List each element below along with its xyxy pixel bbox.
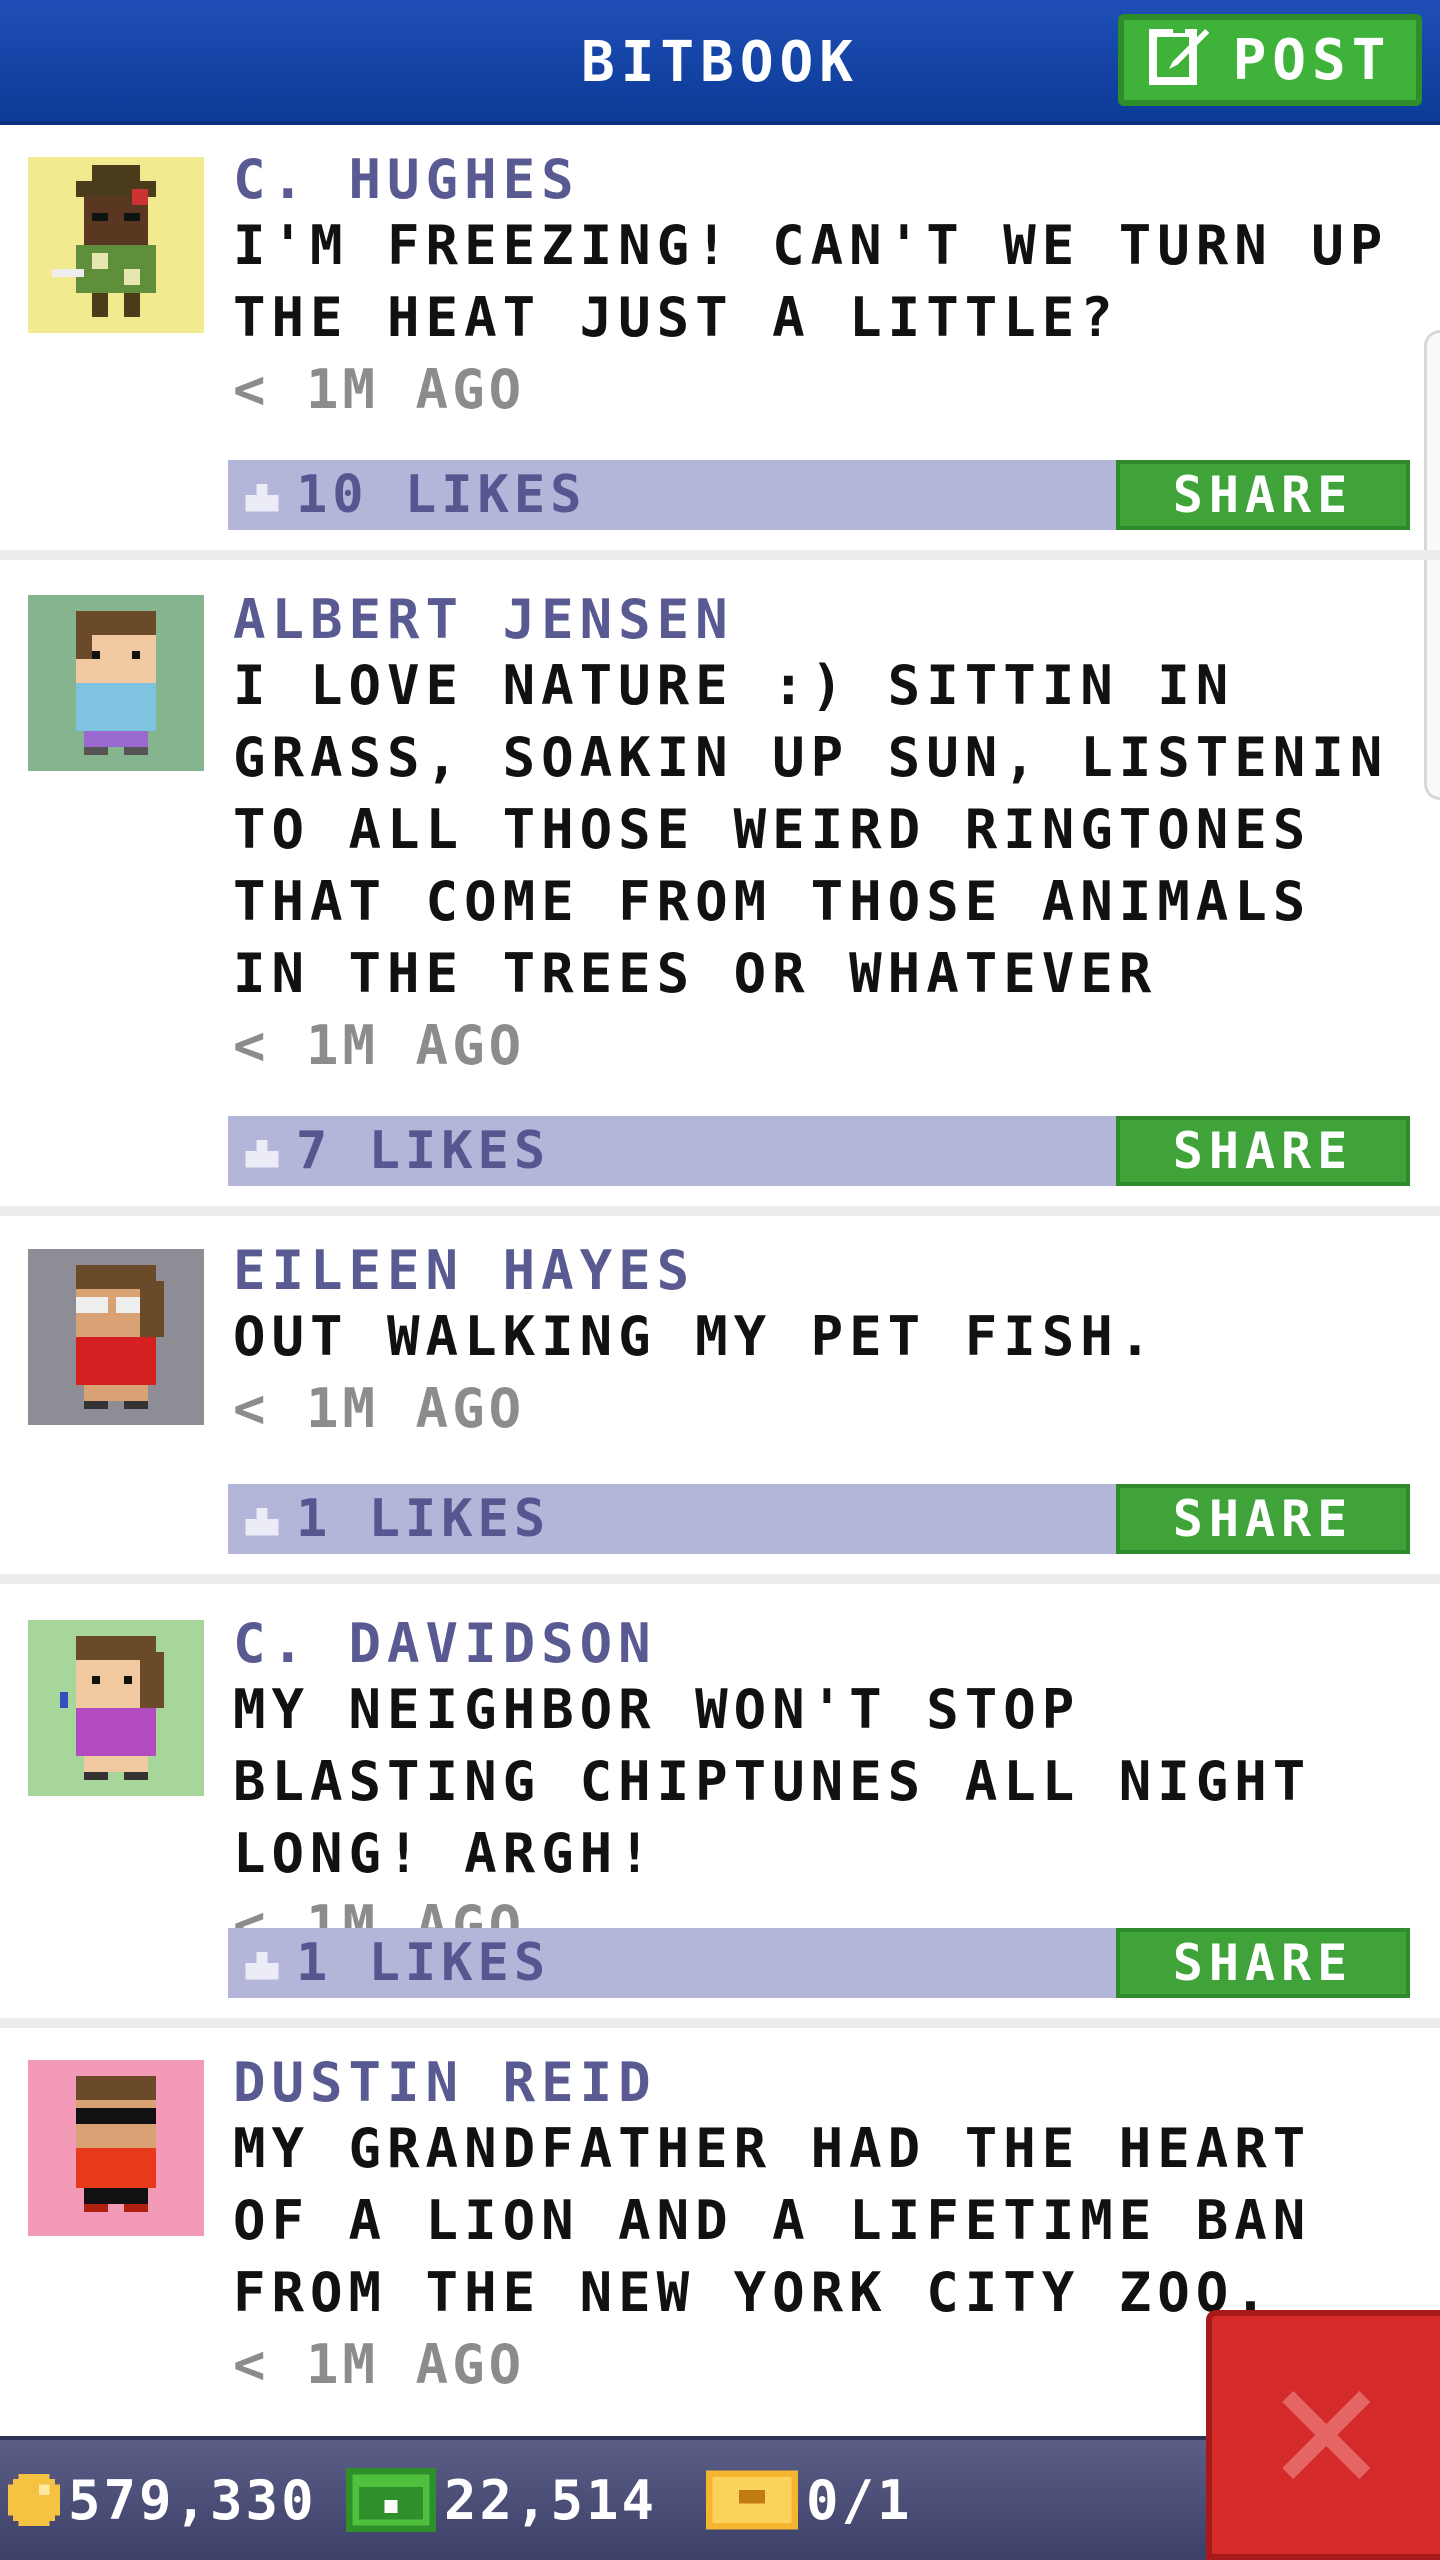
coins-stat: 579,330 <box>8 2440 317 2560</box>
thumbs-up-icon <box>245 1508 279 1536</box>
post-time: < 1M AGO <box>233 1377 526 1440</box>
like-count: 10 LIKES <box>296 465 587 525</box>
avatar[interactable] <box>28 595 204 771</box>
avatar[interactable] <box>28 157 204 333</box>
post-time: < 1M AGO <box>233 1014 526 1077</box>
post-button[interactable]: POST <box>1118 14 1422 106</box>
like-button[interactable]: 1 LIKES <box>240 1484 550 1554</box>
tickets-stat: 0/1 <box>706 2440 913 2560</box>
post-button-label: POST <box>1232 27 1392 93</box>
bux-stat: 22,514 <box>346 2440 657 2560</box>
post-action-bar: 1 LIKES SHARE <box>228 1484 1410 1554</box>
like-button[interactable]: 1 LIKES <box>240 1928 550 1998</box>
post-action-bar: 7 LIKES SHARE <box>228 1116 1410 1186</box>
like-count: 7 LIKES <box>296 1121 551 1181</box>
post-content: ALBERT JENSEN I LOVE NATURE :) SITTIN IN… <box>233 590 1413 1082</box>
post-author[interactable]: DUSTIN REID <box>233 2053 1413 2113</box>
avatar[interactable] <box>28 1620 204 1796</box>
close-button[interactable] <box>1206 2310 1440 2560</box>
post-author[interactable]: C. HUGHES <box>233 150 1413 210</box>
post-author[interactable]: C. DAVIDSON <box>233 1614 1413 1674</box>
avatar[interactable] <box>28 1249 204 1425</box>
post-text: OUT WALKING MY PET FISH. <box>233 1305 1158 1368</box>
thumbs-up-icon <box>245 1140 279 1168</box>
post-item: C. HUGHES I'M FREEZING! CAN'T WE TURN UP… <box>0 130 1440 560</box>
share-button[interactable]: SHARE <box>1116 460 1410 530</box>
post-text: I'M FREEZING! CAN'T WE TURN UP THE HEAT … <box>233 214 1389 349</box>
feed-list: C. HUGHES I'M FREEZING! CAN'T WE TURN UP… <box>0 130 1440 2430</box>
coin-icon <box>8 2474 60 2526</box>
like-button[interactable]: 7 LIKES <box>240 1116 550 1186</box>
post-item: EILEEN HAYES OUT WALKING MY PET FISH. < … <box>0 1226 1440 1584</box>
post-author[interactable]: ALBERT JENSEN <box>233 590 1413 650</box>
bux-icon <box>346 2467 436 2533</box>
post-action-bar: 1 LIKES SHARE <box>228 1928 1410 1998</box>
thumbs-up-icon <box>245 1952 279 1980</box>
like-count: 1 LIKES <box>296 1933 551 1993</box>
share-button[interactable]: SHARE <box>1116 1116 1410 1186</box>
ticket-icon <box>706 2470 798 2530</box>
post-item: C. DAVIDSON MY NEIGHBOR WON'T STOP BLAST… <box>0 1594 1440 2028</box>
post-text: MY NEIGHBOR WON'T STOP BLASTING CHIPTUNE… <box>233 1678 1312 1885</box>
thumbs-up-icon <box>245 484 279 512</box>
post-content: C. DAVIDSON MY NEIGHBOR WON'T STOP BLAST… <box>233 1614 1413 1962</box>
close-icon <box>1282 2391 1370 2479</box>
post-time: < 1M AGO <box>233 358 526 421</box>
post-text: I LOVE NATURE :) SITTIN IN GRASS, SOAKIN… <box>233 654 1389 1005</box>
post-text: MY GRANDFATHER HAD THE HEART OF A LION A… <box>233 2117 1312 2324</box>
post-content: C. HUGHES I'M FREEZING! CAN'T WE TURN UP… <box>233 150 1413 426</box>
post-item: ALBERT JENSEN I LOVE NATURE :) SITTIN IN… <box>0 570 1440 1216</box>
coins-value: 579,330 <box>68 2468 317 2532</box>
post-action-bar: 10 LIKES SHARE <box>228 460 1410 530</box>
app-header: BITBOOK POST <box>0 0 1440 125</box>
bux-value: 22,514 <box>444 2468 658 2532</box>
share-button[interactable]: SHARE <box>1116 1928 1410 1998</box>
like-button[interactable]: 10 LIKES <box>240 460 586 530</box>
edit-icon <box>1148 21 1213 99</box>
tickets-value: 0/1 <box>806 2468 913 2532</box>
post-content: EILEEN HAYES OUT WALKING MY PET FISH. < … <box>233 1241 1413 1445</box>
avatar[interactable] <box>28 2060 204 2236</box>
share-button[interactable]: SHARE <box>1116 1484 1410 1554</box>
post-author[interactable]: EILEEN HAYES <box>233 1241 1413 1301</box>
like-count: 1 LIKES <box>296 1489 551 1549</box>
